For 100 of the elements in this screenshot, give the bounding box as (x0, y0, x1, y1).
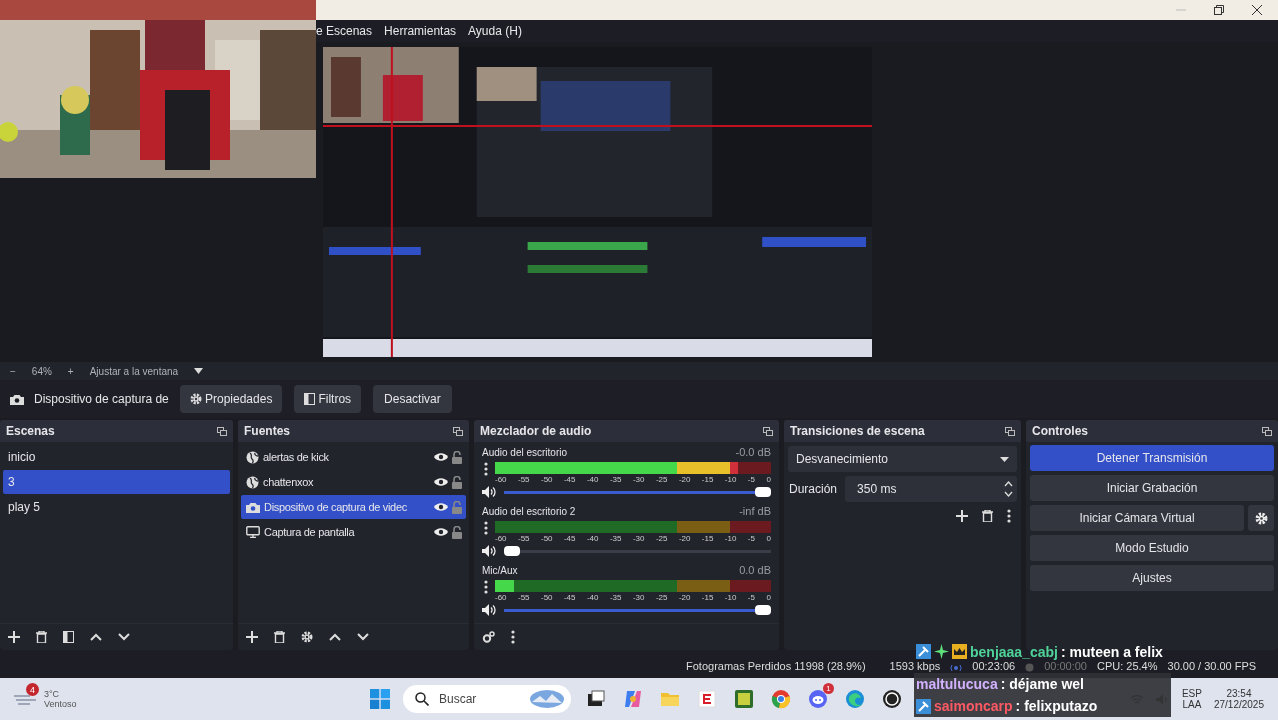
globe-icon (246, 450, 259, 464)
eye-icon[interactable] (434, 452, 448, 462)
scene-item[interactable]: 3 (3, 470, 230, 494)
clock-time[interactable]: 23:54 (1226, 688, 1252, 699)
gear-icon[interactable] (301, 631, 313, 643)
caret-icon (1000, 456, 1009, 462)
close-icon[interactable] (1252, 5, 1262, 15)
scale-label: -55 (518, 593, 530, 602)
source-item[interactable]: alertas de kick (241, 445, 466, 469)
source-item[interactable]: Dispositivo de captura de videc (241, 495, 466, 519)
trash-icon[interactable] (274, 631, 285, 643)
speaker-icon[interactable] (482, 486, 496, 498)
undock-icon[interactable] (1262, 426, 1272, 436)
speaker-icon[interactable] (482, 545, 496, 557)
add-icon[interactable] (8, 631, 20, 643)
transition-dropdown[interactable]: Desvanecimiento (788, 446, 1017, 472)
undock-icon[interactable] (1005, 426, 1015, 436)
lock-icon[interactable] (452, 525, 462, 539)
kebab-menu-icon[interactable] (484, 521, 488, 535)
scale-label: -5 (747, 475, 755, 484)
eye-icon[interactable] (434, 527, 448, 537)
clock-date[interactable]: 27/12/2025 (1213, 699, 1264, 710)
scale-label: 0 (766, 534, 771, 543)
volume-slider[interactable] (504, 546, 771, 556)
scene-item[interactable]: play 5 (3, 495, 230, 519)
panel-title: Transiciones de escena (790, 424, 925, 438)
start-icon[interactable] (370, 689, 390, 709)
scale-label: -40 (586, 475, 599, 484)
add-icon[interactable] (246, 631, 258, 643)
control-button[interactable]: Ajustes (1030, 565, 1274, 591)
slider-thumb[interactable] (504, 546, 520, 556)
search-field[interactable]: Buscar (403, 685, 571, 713)
kebab-menu-icon[interactable] (1007, 509, 1011, 523)
volume-slider[interactable] (504, 487, 771, 497)
zoom-out-button[interactable]: − (10, 365, 16, 377)
toolbar-button[interactable]: Propiedades (180, 385, 283, 413)
eye-icon[interactable] (434, 502, 448, 512)
chat-username: benjaaa_cabj (970, 643, 1058, 660)
spinner-arrows-icon[interactable] (1004, 480, 1013, 498)
kebab-menu-icon[interactable] (511, 630, 515, 644)
scale-label: 0 (766, 593, 771, 602)
add-icon[interactable] (956, 510, 968, 522)
channel-name: Audio del escritorio (482, 446, 568, 458)
toolbar-button[interactable]: Filtros (294, 385, 362, 413)
source-item[interactable]: Captura de pantalla (241, 520, 466, 544)
control-button[interactable]: Iniciar Cámara Virtual (1030, 505, 1244, 531)
scale-label: -15 (701, 475, 714, 484)
kebab-menu-icon[interactable] (484, 462, 488, 476)
up-chevron-icon[interactable] (90, 633, 102, 641)
restore-icon[interactable] (1214, 5, 1224, 15)
menu-item[interactable]: e Escenas (316, 24, 373, 38)
bitrate: 1593 kbps (889, 660, 941, 672)
undock-icon[interactable] (763, 426, 773, 436)
settings-button[interactable] (1248, 505, 1274, 531)
scale-label: -25 (655, 534, 668, 543)
monitor-icon (246, 526, 260, 538)
up-chevron-icon[interactable] (329, 633, 341, 641)
scale-label: -20 (678, 593, 691, 602)
keyboard-layout[interactable]: LAA (1182, 699, 1202, 710)
taskbar-app[interactable] (880, 687, 904, 711)
toolbar-button[interactable]: Desactivar (373, 385, 452, 413)
camera-icon (10, 393, 24, 405)
gears-icon[interactable] (482, 631, 495, 643)
duration-field[interactable]: 350 ms (845, 476, 1017, 502)
scale-label: -45 (563, 475, 576, 484)
db-reading: 0.0 dB (739, 564, 771, 576)
undock-icon[interactable] (217, 426, 227, 436)
filter-icon[interactable] (63, 631, 74, 643)
scene-item[interactable]: inicio (3, 445, 230, 469)
eye-icon[interactable] (434, 477, 448, 487)
scale-label: -40 (586, 534, 599, 543)
control-button[interactable]: Modo Estudio (1030, 535, 1274, 561)
down-chevron-icon[interactable] (118, 633, 130, 641)
zoom-in-button[interactable]: + (67, 365, 74, 377)
lock-icon[interactable] (452, 450, 462, 464)
fit-window-option[interactable]: Ajustar a la ventana (89, 365, 179, 377)
control-button[interactable]: Iniciar Grabación (1030, 475, 1274, 501)
wind-icon (14, 693, 36, 705)
down-chevron-icon[interactable] (357, 633, 369, 641)
trash-icon[interactable] (36, 631, 47, 643)
volume-slider[interactable] (504, 605, 771, 615)
trash-icon[interactable] (982, 510, 993, 522)
dropped-frames: Fotogramas Perdidos 11998 (28.9%) (686, 660, 866, 672)
source-item[interactable]: chattenxox (241, 470, 466, 494)
undock-icon[interactable] (453, 426, 463, 436)
scale-label: -25 (655, 475, 668, 484)
control-button[interactable]: Detener Transmisión (1030, 445, 1274, 471)
slider-thumb[interactable] (755, 487, 771, 497)
speaker-icon[interactable] (482, 604, 496, 616)
kebab-menu-icon[interactable] (484, 580, 488, 594)
dropdown-caret-icon[interactable] (194, 368, 204, 374)
sparkle-badge-icon (934, 644, 949, 659)
menu-item[interactable]: Ayuda (H) (468, 24, 522, 38)
language-indicator[interactable]: ESP (1181, 688, 1202, 699)
record-time: 00:00:00 (1044, 660, 1087, 672)
slider-thumb[interactable] (755, 605, 771, 615)
lock-icon[interactable] (452, 475, 462, 489)
menu-item[interactable]: Herramientas (384, 24, 457, 38)
scale-label: 0 (766, 475, 771, 484)
panel-title: Escenas (6, 424, 55, 438)
